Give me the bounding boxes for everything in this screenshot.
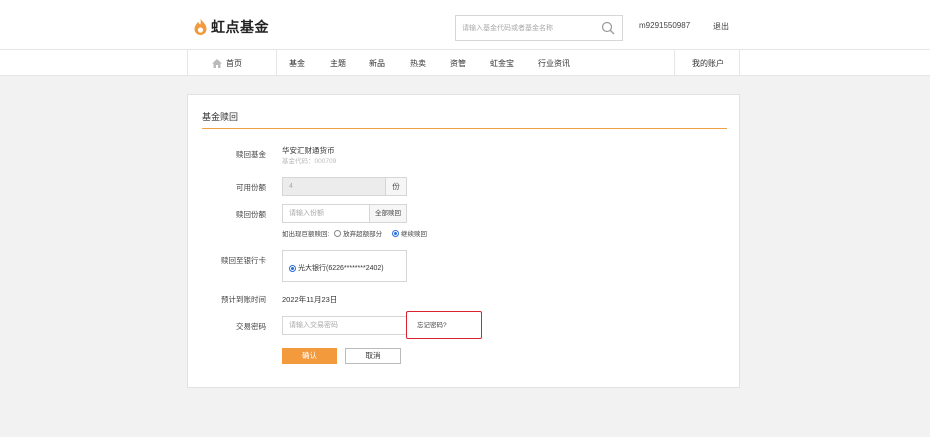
fund-label: 赎回基金 [236, 150, 266, 159]
nav-item-industry-news[interactable]: 行业资讯 [538, 58, 570, 69]
bank-card-value: 光大银行(6226********2402) [298, 265, 384, 272]
nav-item-asset-mgmt[interactable]: 资管 [450, 58, 466, 69]
arrival-time-label: 预计到账时间 [221, 295, 266, 304]
main-nav: 首页 基金 主题 新品 热卖 资管 虹金宝 行业资讯 我的账户 [0, 50, 930, 76]
nav-item-home[interactable]: 首页 [212, 58, 242, 69]
redeem-label: 赎回份额 [236, 210, 266, 219]
search-input[interactable] [456, 16, 594, 40]
radio-abandon-label: 放弃超额部分 [343, 231, 383, 238]
arrival-time-value: 2022年11月23日 [282, 295, 338, 304]
available-field: 4 [282, 177, 386, 196]
home-icon [212, 59, 222, 68]
flame-logo-icon [194, 19, 207, 35]
large-redemption-row: 如出现巨额赎回: 放弃超额部分 继续赎回 [282, 228, 427, 238]
forgot-password-link[interactable]: 忘记密码? [406, 311, 482, 339]
bank-card-option[interactable]: 光大银行(6226********2402) [289, 263, 384, 273]
cancel-button[interactable]: 取消 [345, 348, 401, 364]
nav-divider [674, 50, 675, 76]
nav-item-hot[interactable]: 热卖 [410, 58, 426, 69]
available-label: 可用份额 [236, 183, 266, 192]
password-field [282, 316, 407, 335]
radio-button[interactable] [334, 230, 342, 237]
nav-item-theme[interactable]: 主题 [330, 58, 346, 69]
available-value: 4 [289, 183, 293, 190]
title-divider [202, 128, 727, 129]
radio-button-selected[interactable] [391, 230, 399, 237]
top-header: 虹点基金 m9291550987 退出 [0, 0, 930, 50]
nav-item-fund[interactable]: 基金 [289, 58, 305, 69]
redeem-all-button[interactable]: 全部赎回 [369, 204, 407, 223]
radio-abandon-excess[interactable]: 放弃超额部分 [334, 230, 383, 238]
search-icon[interactable] [601, 21, 615, 35]
bank-card-select[interactable]: 光大银行(6226********2402) [282, 250, 407, 282]
search-box [455, 15, 623, 41]
bank-card-label: 赎回至银行卡 [221, 256, 266, 265]
fund-code: 基金代码：000709 [282, 158, 337, 165]
logo-text: 虹点基金 [211, 19, 269, 35]
nav-divider [276, 50, 277, 76]
nav-item-hongjinbao[interactable]: 虹金宝 [490, 58, 514, 69]
nav-item-new[interactable]: 新品 [369, 58, 385, 69]
password-input[interactable] [283, 317, 406, 334]
logo[interactable]: 虹点基金 [194, 17, 269, 37]
confirm-button[interactable]: 确认 [282, 348, 337, 364]
unit-label: 份 [385, 177, 407, 196]
large-redemption-label: 如出现巨额赎回: [282, 231, 330, 238]
account-name[interactable]: m9291550987 [639, 21, 690, 30]
radio-continue-label: 继续赎回 [400, 231, 427, 238]
nav-home-label: 首页 [226, 59, 242, 68]
nav-item-my-account[interactable]: 我的账户 [692, 58, 724, 69]
password-label: 交易密码 [236, 322, 266, 331]
redeem-share-input[interactable] [283, 205, 369, 222]
radio-continue-redeem[interactable]: 继续赎回 [391, 230, 427, 238]
radio-button-selected[interactable] [289, 264, 296, 272]
redeem-share-field [282, 204, 370, 223]
redeem-card: 基金赎回 [187, 94, 740, 388]
logout-link[interactable]: 退出 [713, 21, 729, 32]
page-title: 基金赎回 [202, 112, 239, 122]
